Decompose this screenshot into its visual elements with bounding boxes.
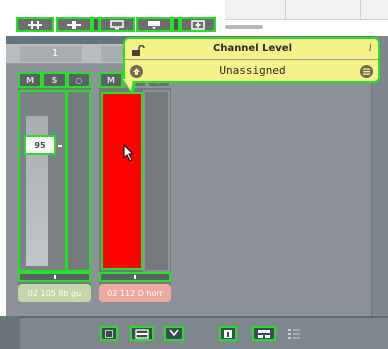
arrow-circle-icon[interactable] — [130, 65, 143, 78]
info-panel-button[interactable] — [219, 326, 237, 341]
menu-circle-icon[interactable] — [360, 65, 373, 78]
eq-button[interactable] — [56, 17, 92, 32]
fader-tick — [58, 145, 62, 147]
mouse-cursor-icon — [123, 144, 135, 162]
monitor-down-button[interactable] — [136, 17, 172, 32]
monitor-button[interactable] — [99, 17, 135, 32]
eq-icon — [67, 20, 81, 29]
solo-button[interactable]: S — [42, 72, 67, 88]
tooltip-value[interactable]: Unassigned — [165, 64, 340, 77]
mixer-up-button[interactable] — [16, 17, 54, 32]
tooltip-pointer-fill — [123, 79, 133, 91]
pan-center-marker — [134, 275, 136, 279]
mute-button[interactable]: M — [18, 72, 43, 88]
tooltip-divider — [125, 59, 378, 60]
info-icon[interactable]: i — [369, 43, 372, 54]
bottom-toolbar — [0, 316, 388, 349]
bottom-toolbar-border — [0, 316, 388, 318]
channel-1-pan[interactable] — [18, 272, 91, 282]
separator-button-2[interactable] — [172, 17, 180, 32]
top-scrollbar[interactable] — [225, 25, 263, 29]
monitor-down-icon — [148, 20, 160, 29]
channel-level-tooltip: Channel Level i Unassigned — [123, 37, 380, 83]
top-right-panel — [225, 0, 388, 20]
mixer-up-icon — [28, 20, 42, 29]
collapse-icon — [169, 329, 179, 337]
channel-1-buttons: M S ○ — [18, 72, 91, 88]
channel-2-meter — [143, 90, 170, 272]
channel-1-fader-column: 95 — [18, 90, 67, 272]
list-view-icon — [288, 328, 300, 339]
channel-number-1: 1 — [51, 48, 59, 59]
square-icon — [105, 329, 113, 338]
bottom-left-cap — [0, 316, 20, 349]
square-button[interactable] — [100, 326, 118, 341]
channel-view-icon — [135, 328, 149, 339]
layout-icon — [258, 329, 270, 338]
channel-1-meter — [66, 90, 91, 272]
channel-2-pan[interactable] — [99, 272, 171, 282]
info-panel-icon — [224, 329, 232, 338]
channel-1-fader-knob[interactable]: 95 — [24, 135, 56, 155]
channel-view-button[interactable] — [130, 326, 154, 341]
add-track-icon — [191, 19, 205, 30]
collapse-button[interactable] — [164, 326, 184, 341]
tooltip-title: Channel Level — [212, 43, 293, 54]
channel-2-fader-active[interactable] — [101, 92, 143, 270]
monitor-icon — [110, 19, 124, 29]
mixer-window: 1 2 M S ○ 95 02 105 8b gu M S ○ 02 112 D… — [0, 0, 388, 349]
channel-2-name[interactable]: 02 112 D horr — [99, 284, 171, 302]
layout-button[interactable] — [252, 326, 276, 341]
mute-button[interactable]: M — [99, 72, 123, 88]
list-view-button[interactable] — [286, 326, 302, 341]
fader-value: 95 — [34, 140, 46, 150]
record-button[interactable]: ○ — [66, 72, 91, 88]
pan-center-marker — [53, 275, 56, 279]
channel-1-name[interactable]: 02 105 8b gu — [18, 284, 91, 302]
add-track-button[interactable] — [180, 17, 216, 32]
